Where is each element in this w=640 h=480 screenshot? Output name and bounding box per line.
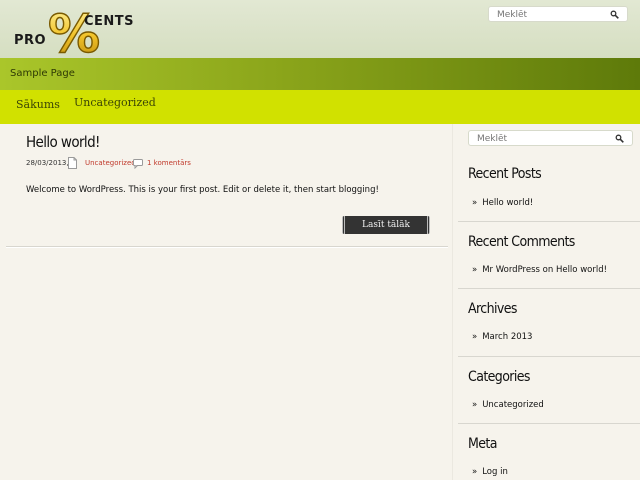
document-icon <box>68 157 77 169</box>
post-date: 28/03/2013, <box>26 159 69 167</box>
meta-item[interactable]: » Log in <box>472 467 508 477</box>
recent-post-item[interactable]: » Hello world! <box>472 198 533 208</box>
widget-title-meta: Meta <box>468 436 497 452</box>
widget-title-recent-posts: Recent Posts <box>468 166 542 182</box>
archive-link[interactable]: March 2013 <box>482 332 532 342</box>
post-title[interactable]: Hello world! <box>26 133 100 151</box>
search-icon[interactable] <box>610 10 619 22</box>
comment-on-text: on <box>542 265 554 275</box>
site-logo[interactable]: PRO % CENTS <box>12 6 142 58</box>
widget-title-recent-comments: Recent Comments <box>468 234 575 250</box>
widget-title-categories: Categories <box>468 369 531 385</box>
main-nav-bar: Sākums Uncategorized <box>0 90 640 124</box>
comment-post-link[interactable]: Hello world! <box>556 265 607 275</box>
widget-divider <box>458 221 640 222</box>
nav-link-sample-page[interactable]: Sample Page <box>10 68 75 79</box>
read-more-button[interactable]: Lasīt tālāk <box>342 216 430 234</box>
meta-login-link[interactable]: Log in <box>482 467 508 477</box>
recent-post-link[interactable]: Hello world! <box>482 198 533 208</box>
post-divider <box>6 246 448 248</box>
header-search-input[interactable] <box>497 9 597 21</box>
search-icon[interactable] <box>615 134 624 146</box>
top-nav-bar: Sample Page <box>0 58 640 90</box>
comment-icon <box>133 159 143 169</box>
widget-title-archives: Archives <box>468 301 517 317</box>
widget-divider <box>458 288 640 289</box>
column-separator <box>452 124 453 480</box>
logo-cents-text: CENTS <box>84 14 135 29</box>
header-search-box <box>488 6 628 22</box>
widget-divider <box>458 356 640 357</box>
logo-pro-text: PRO <box>14 33 47 48</box>
archive-item[interactable]: » March 2013 <box>472 332 532 342</box>
post-comments-link[interactable]: 1 komentārs <box>147 159 191 167</box>
post-body: Welcome to WordPress. This is your first… <box>26 185 379 195</box>
sidebar-search-input[interactable] <box>477 133 577 145</box>
post-category-link[interactable]: Uncategorized <box>85 159 136 167</box>
category-item[interactable]: » Uncategorized <box>472 400 544 410</box>
comment-author-link[interactable]: Mr WordPress <box>482 265 540 275</box>
widget-divider <box>458 423 640 424</box>
nav-item-uncategorized[interactable]: Uncategorized <box>74 96 156 109</box>
category-link[interactable]: Uncategorized <box>482 400 544 410</box>
site-header: PRO % CENTS <box>0 0 640 58</box>
nav-item-home[interactable]: Sākums <box>16 98 60 111</box>
recent-comment-item: » Mr WordPress on Hello world! <box>472 265 608 275</box>
sidebar-search-box <box>468 130 633 146</box>
